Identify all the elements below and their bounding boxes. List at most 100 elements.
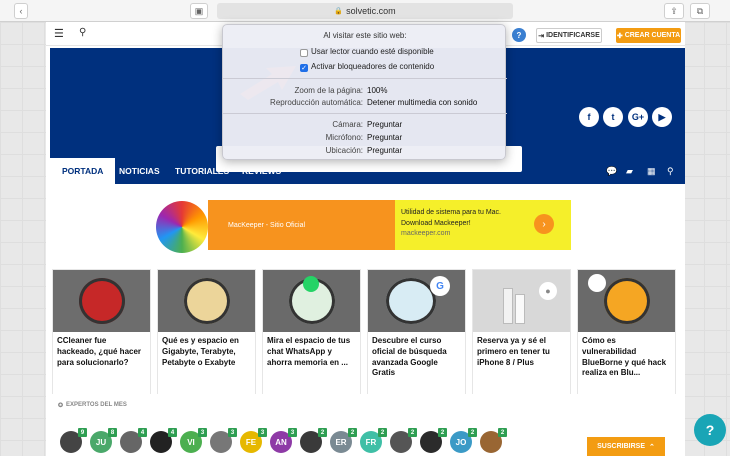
star-icon: ✪ bbox=[58, 403, 64, 409]
expert-avatar[interactable]: 2 bbox=[390, 428, 417, 453]
avatar-badge: 3 bbox=[228, 428, 237, 437]
expert-avatar[interactable]: 4 bbox=[120, 428, 147, 453]
avatar-badge: 4 bbox=[168, 428, 177, 437]
twitter-icon[interactable]: t bbox=[603, 107, 623, 127]
ad-left-text: MacKeeper - Sitio Oficial bbox=[208, 200, 395, 250]
avatar-initials: JO bbox=[455, 437, 467, 447]
create-account-button[interactable]: ✚ CREAR CUENTA bbox=[616, 28, 681, 43]
course-icon bbox=[386, 278, 436, 324]
expert-avatar[interactable]: 2 bbox=[480, 428, 507, 453]
search-icon[interactable]: ⚲ bbox=[79, 27, 86, 38]
mackeeper-logo-icon bbox=[156, 201, 208, 253]
avatar-initials: AN bbox=[275, 437, 287, 447]
subscribe-button[interactable]: SUSCRIBIRSE ⌃ bbox=[587, 437, 665, 456]
folder-icon[interactable]: ▰ bbox=[626, 166, 633, 177]
article-image bbox=[158, 270, 255, 332]
google-icon: G bbox=[430, 276, 450, 296]
expert-avatar[interactable]: VI 3 bbox=[180, 428, 207, 453]
google-plus-icon[interactable]: G+ bbox=[628, 107, 648, 127]
avatar-badge: 8 bbox=[108, 428, 117, 437]
article-card[interactable]: Qué es y espacio en Gigabyte, Terabyte, … bbox=[157, 269, 256, 399]
nav-portada[interactable]: PORTADA bbox=[50, 158, 116, 184]
avatar-badge: 2 bbox=[318, 428, 327, 437]
iphone-icon bbox=[515, 294, 525, 324]
autoplay-row[interactable]: Reproducción automática: Detener multime… bbox=[223, 98, 507, 107]
article-image: G bbox=[368, 270, 465, 332]
avatar-badge: 3 bbox=[288, 428, 297, 437]
reader-option[interactable]: Usar lector cuando esté disponible bbox=[300, 47, 434, 57]
url-bar[interactable]: 🔒 solvetic.com bbox=[217, 3, 513, 19]
iphone-icon bbox=[503, 288, 513, 324]
new-tab-icon[interactable]: ⧉ bbox=[690, 3, 710, 19]
location-row[interactable]: Ubicación: Preguntar bbox=[223, 146, 507, 155]
expert-avatar[interactable]: 3 bbox=[210, 428, 237, 453]
ad-arrow-icon[interactable]: › bbox=[534, 214, 554, 234]
reader-checkbox[interactable] bbox=[300, 48, 308, 57]
zoom-row[interactable]: Zoom de la página: 100% bbox=[223, 86, 507, 95]
back-icon[interactable]: ‹ bbox=[14, 3, 28, 19]
browser-toolbar: ‹ ▣ 🔒 solvetic.com ⇪ ⧉ bbox=[0, 0, 730, 22]
avatar-badge: 3 bbox=[258, 428, 267, 437]
avatar-badge: 2 bbox=[348, 428, 357, 437]
camera-row[interactable]: Cámara: Preguntar bbox=[223, 120, 507, 129]
avatar-badge: 4 bbox=[138, 428, 147, 437]
signin-icon: ⇥ bbox=[538, 32, 545, 40]
blueborne-logo-icon bbox=[588, 274, 606, 292]
avatar-initials: FE bbox=[245, 437, 257, 447]
avatar-badge: 2 bbox=[438, 428, 447, 437]
article-image: ● bbox=[473, 270, 570, 332]
lock-icon: 🔒 bbox=[334, 8, 344, 15]
microphone-row[interactable]: Micrófono: Preguntar bbox=[223, 133, 507, 142]
chevron-up-icon: ⌃ bbox=[648, 443, 655, 451]
calendar-icon[interactable]: ▦ bbox=[647, 166, 656, 177]
expert-avatar[interactable]: 2 bbox=[420, 428, 447, 453]
article-image bbox=[578, 270, 675, 332]
expert-avatar[interactable]: 2 bbox=[300, 428, 327, 453]
user-plus-icon: ✚ bbox=[616, 32, 623, 40]
tabs-overview-icon[interactable]: ▣ bbox=[190, 3, 208, 19]
expert-avatar[interactable]: 4 bbox=[150, 428, 177, 453]
bug-laptop-icon bbox=[604, 278, 650, 324]
expert-avatar[interactable]: ER 2 bbox=[330, 428, 357, 453]
article-card[interactable]: G Descubre el curso oficial de búsqueda … bbox=[367, 269, 466, 399]
facebook-icon[interactable]: f bbox=[579, 107, 599, 127]
main-nav: PORTADA NOTICIAS TUTORIALES REVIEWS 💬 ▰ … bbox=[50, 158, 685, 184]
menu-icon[interactable]: ☰ bbox=[54, 27, 64, 40]
avatar-initials: VI bbox=[187, 437, 195, 447]
whatsapp-logo-icon bbox=[303, 276, 319, 292]
youtube-icon[interactable]: ▶ bbox=[652, 107, 672, 127]
avatar-badge: 2 bbox=[408, 428, 417, 437]
article-title: Qué es y espacio en Gigabyte, Terabyte, … bbox=[162, 336, 239, 367]
site-settings-popover: Al visitar este sitio web: Usar lector c… bbox=[222, 24, 507, 160]
article-image bbox=[263, 270, 360, 332]
expert-avatar[interactable]: 9 bbox=[60, 428, 87, 453]
expert-avatar[interactable]: FR 2 bbox=[360, 428, 387, 453]
nav-noticias[interactable]: NOTICIAS bbox=[107, 158, 172, 184]
box-icon bbox=[184, 278, 230, 324]
divider bbox=[223, 113, 507, 114]
article-title: Reserva ya y sé el primero en tener tu i… bbox=[477, 336, 550, 367]
signin-button[interactable]: ⇥ IDENTIFICARSE bbox=[536, 28, 602, 43]
article-card[interactable]: CCleaner fue hackeado, ¿qué hacer para s… bbox=[52, 269, 151, 399]
avatar-initials: ER bbox=[335, 437, 347, 447]
expert-avatar[interactable]: AN 3 bbox=[270, 428, 297, 453]
location-pin-icon[interactable]: ⚲ bbox=[667, 166, 674, 177]
expert-avatar[interactable]: JO 2 bbox=[450, 428, 477, 453]
avatar-badge: 2 bbox=[378, 428, 387, 437]
article-card[interactable]: Mira el espacio de tus chat WhatsApp y a… bbox=[262, 269, 361, 399]
content-blockers-checkbox[interactable]: ✓ bbox=[300, 63, 308, 72]
avatar-badge: 3 bbox=[198, 428, 207, 437]
expert-avatar[interactable]: FE 3 bbox=[240, 428, 267, 453]
help-bubble-button[interactable]: ? bbox=[694, 414, 726, 446]
chat-icon[interactable]: 💬 bbox=[606, 166, 617, 177]
content-blockers-option[interactable]: ✓ Activar bloqueadores de contenido bbox=[300, 62, 434, 72]
help-button[interactable]: ? bbox=[512, 28, 526, 42]
expert-avatar[interactable]: JU 8 bbox=[90, 428, 117, 453]
share-icon[interactable]: ⇪ bbox=[664, 3, 684, 19]
avatar-badge: 2 bbox=[498, 428, 507, 437]
ad-banner[interactable]: MacKeeper - Sitio Oficial Utilidad de si… bbox=[156, 200, 574, 275]
nav-reviews[interactable]: REVIEWS bbox=[230, 158, 293, 184]
article-card[interactable]: ● Reserva ya y sé el primero en tener tu… bbox=[472, 269, 571, 399]
article-card[interactable]: Cómo es vulnerabilidad BlueBorne y qué h… bbox=[577, 269, 676, 399]
avatar-initials: FR bbox=[365, 437, 377, 447]
